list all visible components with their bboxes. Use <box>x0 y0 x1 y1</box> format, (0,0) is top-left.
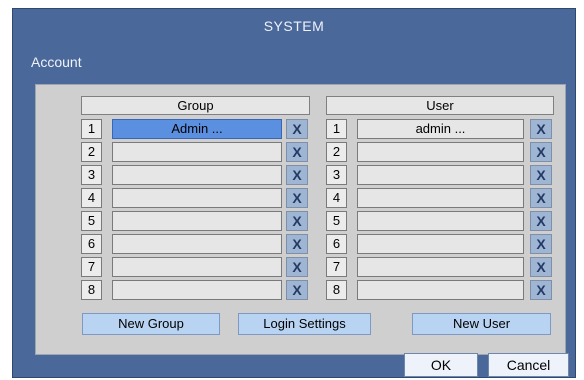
user-name-cell[interactable] <box>357 234 524 254</box>
delete-group-button[interactable]: X <box>286 280 308 300</box>
delete-user-button[interactable]: X <box>530 188 552 208</box>
delete-user-button[interactable]: X <box>530 142 552 162</box>
group-name-cell[interactable] <box>112 142 282 162</box>
user-name-cell[interactable] <box>357 211 524 231</box>
delete-group-button[interactable]: X <box>286 211 308 231</box>
user-row-number: 4 <box>326 188 347 208</box>
group-name-cell[interactable] <box>112 280 282 300</box>
delete-group-button[interactable]: X <box>286 142 308 162</box>
group-row-number: 6 <box>81 234 102 254</box>
delete-user-button[interactable]: X <box>530 234 552 254</box>
user-row-number: 1 <box>326 119 347 139</box>
system-dialog: SYSTEM Account Group User 1 Admin ... X … <box>12 8 576 378</box>
group-row-number: 5 <box>81 211 102 231</box>
group-name-cell[interactable] <box>112 234 282 254</box>
cancel-button[interactable]: Cancel <box>488 353 569 377</box>
delete-user-button[interactable]: X <box>530 119 552 139</box>
user-row-number: 6 <box>326 234 347 254</box>
delete-user-button[interactable]: X <box>530 280 552 300</box>
group-row-number: 8 <box>81 280 102 300</box>
login-settings-button[interactable]: Login Settings <box>238 313 371 335</box>
new-group-button[interactable]: New Group <box>82 313 220 335</box>
group-name-cell[interactable] <box>112 165 282 185</box>
user-name-cell[interactable] <box>357 257 524 277</box>
delete-user-button[interactable]: X <box>530 211 552 231</box>
group-column-header: Group <box>81 96 310 115</box>
group-row-number: 1 <box>81 119 102 139</box>
delete-group-button[interactable]: X <box>286 234 308 254</box>
group-name-cell[interactable] <box>112 188 282 208</box>
group-row-number: 3 <box>81 165 102 185</box>
account-panel: Group User 1 Admin ... X 2 X 3 X 4 X 5 X… <box>35 84 566 355</box>
ok-button[interactable]: OK <box>404 353 478 377</box>
delete-group-button[interactable]: X <box>286 257 308 277</box>
delete-group-button[interactable]: X <box>286 165 308 185</box>
delete-user-button[interactable]: X <box>530 165 552 185</box>
new-user-button[interactable]: New User <box>412 313 551 335</box>
section-label: Account <box>31 54 82 70</box>
user-row-number: 8 <box>326 280 347 300</box>
group-row-number: 4 <box>81 188 102 208</box>
user-name-cell[interactable]: admin ... <box>357 119 524 139</box>
user-name-cell[interactable] <box>357 142 524 162</box>
window-title: SYSTEM <box>263 18 325 34</box>
user-column-header: User <box>326 96 554 115</box>
user-name-cell[interactable] <box>357 165 524 185</box>
group-name-cell[interactable]: Admin ... <box>112 119 282 139</box>
user-row-number: 5 <box>326 211 347 231</box>
user-row-number: 2 <box>326 142 347 162</box>
user-row-number: 7 <box>326 257 347 277</box>
delete-user-button[interactable]: X <box>530 257 552 277</box>
user-name-cell[interactable] <box>357 280 524 300</box>
delete-group-button[interactable]: X <box>286 119 308 139</box>
group-row-number: 7 <box>81 257 102 277</box>
user-row-number: 3 <box>326 165 347 185</box>
group-name-cell[interactable] <box>112 211 282 231</box>
user-name-cell[interactable] <box>357 188 524 208</box>
group-name-cell[interactable] <box>112 257 282 277</box>
delete-group-button[interactable]: X <box>286 188 308 208</box>
group-row-number: 2 <box>81 142 102 162</box>
